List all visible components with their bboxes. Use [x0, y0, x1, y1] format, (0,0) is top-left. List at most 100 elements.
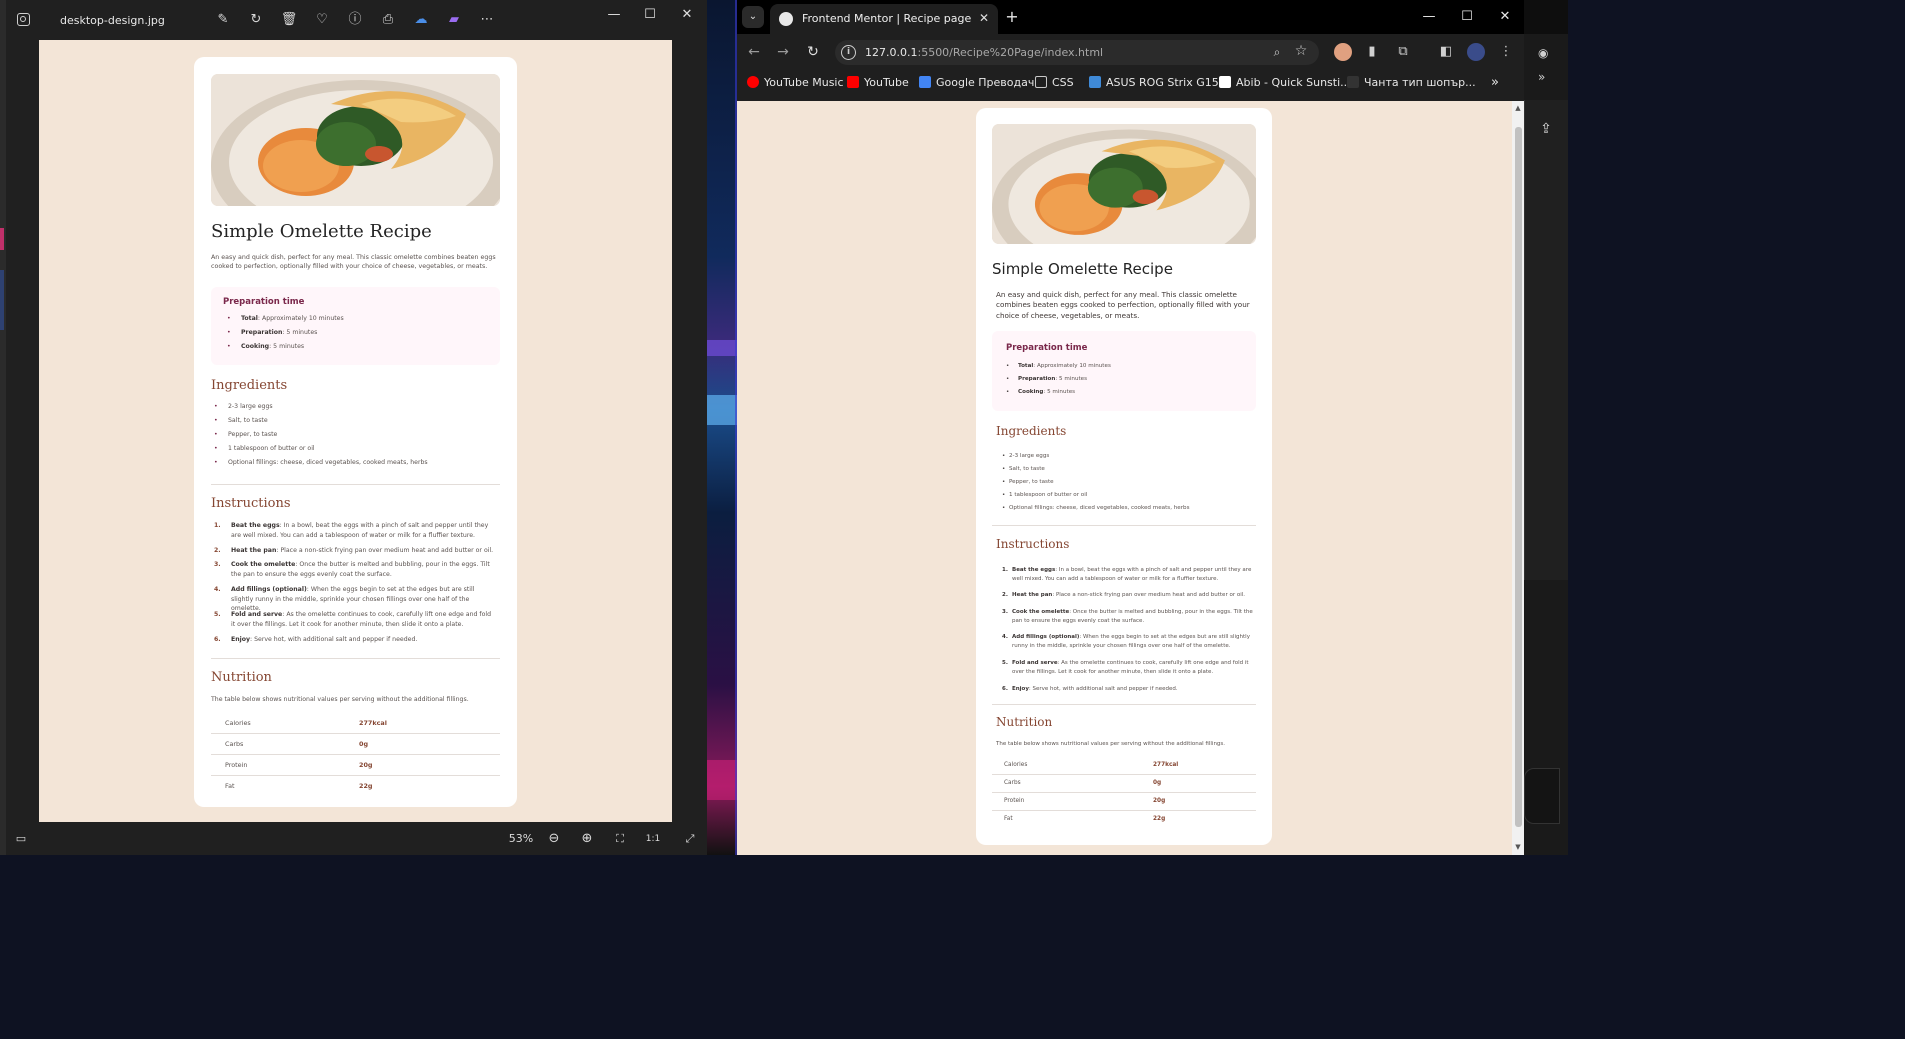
extension-avatar-icon[interactable] — [1334, 43, 1352, 61]
preparation-box: Preparation time • Total: Approximately 1… — [211, 287, 500, 365]
site-info-icon[interactable]: i — [841, 45, 856, 60]
omelette-hero-image — [992, 124, 1256, 244]
minimize-icon[interactable]: — — [1412, 7, 1446, 27]
share-icon[interactable]: ⇪ — [1532, 118, 1560, 140]
scroll-down-icon[interactable]: ▼ — [1513, 842, 1523, 852]
info-icon[interactable]: ⓘ — [346, 11, 364, 29]
bookmark-youtube[interactable]: YouTube — [847, 75, 909, 91]
table-row: Calories 277kcal — [992, 757, 1256, 775]
nutrition-title: Nutrition — [211, 670, 272, 685]
delete-icon[interactable]: 🗑 — [280, 11, 298, 29]
page-viewport: Simple Omelette Recipe An easy and quick… — [737, 101, 1524, 855]
list-item: 6. Enjoy: Serve hot, with additional salt… — [1002, 686, 1178, 692]
prep-title: Preparation time — [1006, 343, 1088, 353]
image-canvas: Simple Omelette Recipe An easy and quick… — [39, 40, 672, 822]
desktop: desktop-design.jpg ✎ ↻ 🗑 ♡ ⓘ ⎙ ☁ ▰ ⋯ — ☐… — [0, 0, 1568, 855]
instructions-title: Instructions — [211, 496, 291, 511]
fullscreen-icon[interactable]: ⤢ — [681, 831, 699, 847]
back-icon[interactable]: ← — [744, 42, 764, 62]
ingredients-title: Ingredients — [996, 424, 1067, 438]
clipchamp-icon[interactable]: ▰ — [445, 11, 463, 29]
photos-app-icon — [17, 13, 30, 26]
list-item: 4. Add fillings (optional): When the eggs… — [1002, 634, 1250, 649]
photos-viewer-window: desktop-design.jpg ✎ ↻ 🗑 ♡ ⓘ ⎙ ☁ ▰ ⋯ — ☐… — [0, 0, 707, 855]
browser-window: ⌄ Frontend Mentor | Recipe page ✕ + — ☐ … — [737, 0, 1524, 855]
minimize-icon[interactable]: — — [600, 5, 628, 25]
list-item: 5. Fold and serve: As the omelette contin… — [1002, 660, 1249, 675]
list-item: 2. Heat the pan: Place a non-stick frying… — [1002, 592, 1245, 598]
zoom-icon[interactable]: ⌕ — [1269, 44, 1285, 60]
list-item: 6. Enjoy: Serve hot, with additional salt… — [214, 636, 418, 643]
prep-title: Preparation time — [223, 297, 305, 307]
profile-icon[interactable]: ◉ — [1538, 46, 1548, 60]
favorite-icon[interactable]: ♡ — [313, 11, 331, 29]
fit-to-window-icon[interactable]: ⛶ — [611, 831, 629, 847]
onedrive-icon[interactable]: ☁ — [412, 11, 430, 29]
new-tab-icon[interactable]: + — [1002, 7, 1022, 27]
bookmarks-bar: YouTube Music YouTube Google Преводач CS… — [737, 70, 1524, 96]
recipe-intro: An easy and quick dish, perfect for any … — [211, 254, 496, 271]
profile-avatar-icon[interactable] — [1467, 43, 1485, 61]
forward-icon[interactable]: → — [773, 42, 793, 62]
photos-bottombar: ▭ 53% ⊖ ⊕ ⛶ 1:1 ⤢ — [0, 822, 707, 855]
close-icon[interactable]: ✕ — [1488, 7, 1522, 27]
extension-icon[interactable]: ▮ — [1363, 43, 1381, 61]
tab-search-icon[interactable]: ⌄ — [742, 6, 764, 28]
edit-image-icon[interactable]: ✎ — [214, 11, 232, 29]
side-panel-icon[interactable]: ◧ — [1437, 43, 1455, 61]
extensions-puzzle-icon[interactable]: ⧉ — [1394, 43, 1412, 61]
actual-size-icon[interactable]: 1:1 — [644, 831, 662, 847]
preparation-box: Preparation time • Total: Approximately 1… — [992, 331, 1256, 411]
instructions-title: Instructions — [996, 537, 1070, 551]
omelette-hero-image — [211, 74, 500, 206]
ingredients-title: Ingredients — [211, 378, 288, 393]
photos-filename: desktop-design.jpg — [60, 14, 165, 27]
zoom-in-icon[interactable]: ⊕ — [578, 831, 596, 847]
side-panel — [1524, 100, 1568, 580]
reload-icon[interactable]: ↻ — [803, 42, 823, 62]
list-item: 3. Cook the omelette: Once the butter is … — [214, 561, 490, 578]
list-item: 3. Cook the omelette: Once the butter is … — [1002, 609, 1253, 624]
vertical-scrollbar[interactable]: ▲ ▼ — [1512, 101, 1524, 855]
browser-toolbar: ← → ↻ i 127.0.0.1:5500/Recipe%20Page/ind… — [737, 34, 1524, 70]
table-row: Calories 277kcal — [211, 713, 500, 734]
close-icon[interactable]: ✕ — [673, 5, 701, 25]
bookmark-folder-css[interactable]: CSS — [1035, 75, 1074, 91]
divider — [211, 484, 500, 485]
bookmark-youtube-music[interactable]: YouTube Music — [747, 75, 844, 91]
scroll-up-icon[interactable]: ▲ — [1513, 103, 1523, 113]
bookmark-google-translate[interactable]: Google Преводач — [919, 75, 1034, 91]
table-row: Protein 20g — [992, 793, 1256, 811]
tab-active[interactable]: Frontend Mentor | Recipe page ✕ — [770, 4, 998, 34]
table-row: Fat 22g — [225, 782, 373, 790]
filmstrip-icon[interactable]: ▭ — [12, 831, 30, 847]
recipe-card-live: Simple Omelette Recipe An easy and quick… — [976, 108, 1272, 845]
rotate-icon[interactable]: ↻ — [247, 11, 265, 29]
photos-titlebar: desktop-design.jpg ✎ ↻ 🗑 ♡ ⓘ ⎙ ☁ ▰ ⋯ — ☐… — [0, 0, 707, 40]
bookmark-star-icon[interactable]: ☆ — [1293, 43, 1309, 59]
tab-strip: ⌄ Frontend Mentor | Recipe page ✕ + — ☐ … — [737, 0, 1524, 34]
scrollbar-thumb[interactable] — [1515, 127, 1522, 827]
print-icon[interactable]: ⎙ — [379, 11, 397, 29]
bookmark-bag[interactable]: Чанта тип шопър... — [1347, 75, 1476, 91]
address-bar[interactable]: i 127.0.0.1:5500/Recipe%20Page/index.htm… — [835, 40, 1319, 65]
table-row: Carbs 0g — [211, 734, 500, 755]
window-edge — [0, 0, 6, 855]
more-bookmarks-icon[interactable]: » — [1491, 75, 1499, 91]
nutrition-intro: The table below shows nutritional values… — [996, 741, 1226, 747]
bookmark-abib[interactable]: Abib - Quick Sunsti... — [1219, 75, 1351, 91]
maximize-icon[interactable]: ☐ — [636, 5, 664, 25]
more-icon[interactable]: » — [1538, 70, 1545, 84]
background-window-edge: ◉ » ⇪ — [1524, 0, 1568, 855]
tab-close-icon[interactable]: ✕ — [976, 10, 992, 26]
table-row: Fat 22g — [1004, 816, 1166, 822]
bookmark-asus[interactable]: ASUS ROG Strix G15... — [1089, 75, 1229, 91]
floating-panel — [1524, 768, 1560, 824]
maximize-icon[interactable]: ☐ — [1450, 7, 1484, 27]
recipe-card-design: Simple Omelette Recipe An easy and quick… — [194, 57, 517, 807]
zoom-out-icon[interactable]: ⊖ — [545, 831, 563, 847]
nutrition-intro: The table below shows nutritional values… — [211, 696, 469, 703]
more-options-icon[interactable]: ⋯ — [478, 11, 496, 29]
list-item: 1. Beat the eggs: In a bowl, beat the egg… — [214, 522, 489, 539]
menu-icon[interactable]: ⋮ — [1497, 43, 1515, 61]
